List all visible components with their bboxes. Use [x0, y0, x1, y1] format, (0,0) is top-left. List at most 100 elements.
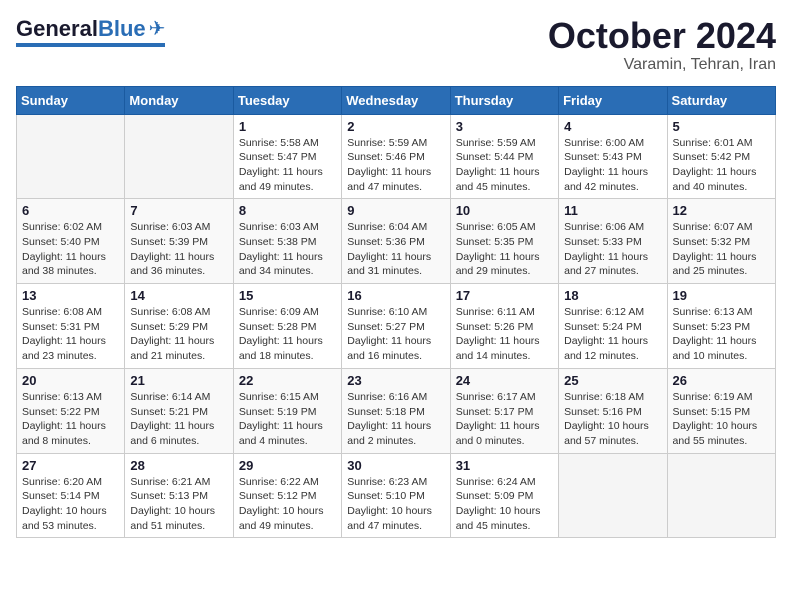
table-row: 26Sunrise: 6:19 AMSunset: 5:15 PMDayligh… — [667, 368, 775, 453]
table-row: 31 Sunrise: 6:24 AMSunset: 5:09 PMDayligh… — [450, 453, 558, 538]
table-row: 30Sunrise: 6:23 AMSunset: 5:10 PMDayligh… — [342, 453, 450, 538]
table-row: 10 Sunrise: 6:05 AMSunset: 5:35 PMDayligh… — [450, 199, 558, 284]
table-row: 12 Sunrise: 6:07 AMSunset: 5:32 PMDayligh… — [667, 199, 775, 284]
logo-bird-icon: ✈ — [149, 16, 166, 41]
table-row: 22Sunrise: 6:15 AMSunset: 5:19 PMDayligh… — [233, 368, 341, 453]
day-number: 10 — [456, 203, 553, 218]
day-info: Sunrise: 6:08 AMSunset: 5:31 PMDaylight:… — [22, 305, 119, 364]
day-info: Sunrise: 6:19 AMSunset: 5:15 PMDaylight:… — [673, 390, 770, 449]
table-row: 29 Sunrise: 6:22 AMSunset: 5:12 PMDayligh… — [233, 453, 341, 538]
day-number: 18 — [564, 288, 661, 303]
day-number: 14 — [130, 288, 227, 303]
day-number: 27 — [22, 458, 119, 473]
page-header: GeneralBlue ✈ October 2024 Varamin, Tehr… — [16, 16, 776, 74]
table-row: 3 Sunrise: 5:59 AMSunset: 5:44 PMDaylight… — [450, 114, 558, 199]
table-row: 24Sunrise: 6:17 AMSunset: 5:17 PMDayligh… — [450, 368, 558, 453]
calendar-body: 1Sunrise: 5:58 AMSunset: 5:47 PMDaylight… — [17, 114, 776, 538]
logo-text: GeneralBlue — [16, 18, 146, 40]
title-block: October 2024 Varamin, Tehran, Iran — [548, 16, 776, 74]
header-sunday: Sunday — [17, 86, 125, 114]
table-row — [667, 453, 775, 538]
day-info: Sunrise: 6:09 AMSunset: 5:28 PMDaylight:… — [239, 305, 336, 364]
day-info: Sunrise: 6:12 AMSunset: 5:24 PMDaylight:… — [564, 305, 661, 364]
day-number: 7 — [130, 203, 227, 218]
table-row: 1Sunrise: 5:58 AMSunset: 5:47 PMDaylight… — [233, 114, 341, 199]
table-row: 4 Sunrise: 6:00 AMSunset: 5:43 PMDaylight… — [559, 114, 667, 199]
table-row: 15 Sunrise: 6:09 AMSunset: 5:28 PMDayligh… — [233, 284, 341, 369]
day-info: Sunrise: 6:17 AMSunset: 5:17 PMDaylight:… — [456, 390, 553, 449]
day-info: Sunrise: 6:24 AMSunset: 5:09 PMDaylight:… — [456, 475, 553, 534]
table-row: 17 Sunrise: 6:11 AMSunset: 5:26 PMDayligh… — [450, 284, 558, 369]
table-row: 27 Sunrise: 6:20 AMSunset: 5:14 PMDayligh… — [17, 453, 125, 538]
day-info: Sunrise: 6:22 AMSunset: 5:12 PMDaylight:… — [239, 475, 336, 534]
day-info: Sunrise: 6:11 AMSunset: 5:26 PMDaylight:… — [456, 305, 553, 364]
day-info: Sunrise: 6:07 AMSunset: 5:32 PMDaylight:… — [673, 220, 770, 279]
table-row: 16Sunrise: 6:10 AMSunset: 5:27 PMDayligh… — [342, 284, 450, 369]
day-info: Sunrise: 6:00 AMSunset: 5:43 PMDaylight:… — [564, 136, 661, 195]
day-info: Sunrise: 6:16 AMSunset: 5:18 PMDaylight:… — [347, 390, 444, 449]
day-number: 31 — [456, 458, 553, 473]
day-info: Sunrise: 6:23 AMSunset: 5:10 PMDaylight:… — [347, 475, 444, 534]
day-number: 3 — [456, 119, 553, 134]
day-number: 2 — [347, 119, 444, 134]
day-info: Sunrise: 6:20 AMSunset: 5:14 PMDaylight:… — [22, 475, 119, 534]
day-info: Sunrise: 6:03 AMSunset: 5:39 PMDaylight:… — [130, 220, 227, 279]
day-number: 11 — [564, 203, 661, 218]
header-tuesday: Tuesday — [233, 86, 341, 114]
table-row: 28Sunrise: 6:21 AMSunset: 5:13 PMDayligh… — [125, 453, 233, 538]
day-info: Sunrise: 5:59 AMSunset: 5:46 PMDaylight:… — [347, 136, 444, 195]
table-row: 6Sunrise: 6:02 AMSunset: 5:40 PMDaylight… — [17, 199, 125, 284]
day-info: Sunrise: 6:01 AMSunset: 5:42 PMDaylight:… — [673, 136, 770, 195]
logo-divider — [16, 43, 165, 47]
day-info: Sunrise: 6:05 AMSunset: 5:35 PMDaylight:… — [456, 220, 553, 279]
table-row: 11 Sunrise: 6:06 AMSunset: 5:33 PMDayligh… — [559, 199, 667, 284]
day-number: 1 — [239, 119, 336, 134]
header-thursday: Thursday — [450, 86, 558, 114]
table-row: 9Sunrise: 6:04 AMSunset: 5:36 PMDaylight… — [342, 199, 450, 284]
table-row — [17, 114, 125, 199]
table-row: 20Sunrise: 6:13 AMSunset: 5:22 PMDayligh… — [17, 368, 125, 453]
day-number: 5 — [673, 119, 770, 134]
table-row: 25 Sunrise: 6:18 AMSunset: 5:16 PMDayligh… — [559, 368, 667, 453]
month-title: October 2024 — [548, 16, 776, 56]
day-number: 4 — [564, 119, 661, 134]
calendar-week-row: 13 Sunrise: 6:08 AMSunset: 5:31 PMDayligh… — [17, 284, 776, 369]
table-row: 2 Sunrise: 5:59 AMSunset: 5:46 PMDaylight… — [342, 114, 450, 199]
day-number: 8 — [239, 203, 336, 218]
table-row: 13 Sunrise: 6:08 AMSunset: 5:31 PMDayligh… — [17, 284, 125, 369]
day-number: 9 — [347, 203, 444, 218]
calendar-week-row: 6Sunrise: 6:02 AMSunset: 5:40 PMDaylight… — [17, 199, 776, 284]
day-number: 25 — [564, 373, 661, 388]
table-row: 19Sunrise: 6:13 AMSunset: 5:23 PMDayligh… — [667, 284, 775, 369]
day-number: 17 — [456, 288, 553, 303]
header-monday: Monday — [125, 86, 233, 114]
day-number: 12 — [673, 203, 770, 218]
table-row: 8 Sunrise: 6:03 AMSunset: 5:38 PMDaylight… — [233, 199, 341, 284]
day-info: Sunrise: 6:08 AMSunset: 5:29 PMDaylight:… — [130, 305, 227, 364]
table-row: 23 Sunrise: 6:16 AMSunset: 5:18 PMDayligh… — [342, 368, 450, 453]
day-info: Sunrise: 6:14 AMSunset: 5:21 PMDaylight:… — [130, 390, 227, 449]
day-number: 29 — [239, 458, 336, 473]
day-number: 6 — [22, 203, 119, 218]
day-info: Sunrise: 6:10 AMSunset: 5:27 PMDaylight:… — [347, 305, 444, 364]
calendar-table: Sunday Monday Tuesday Wednesday Thursday… — [16, 86, 776, 539]
table-row — [559, 453, 667, 538]
location-subtitle: Varamin, Tehran, Iran — [548, 56, 776, 74]
day-info: Sunrise: 6:03 AMSunset: 5:38 PMDaylight:… — [239, 220, 336, 279]
logo: GeneralBlue ✈ — [16, 16, 165, 47]
table-row: 7 Sunrise: 6:03 AMSunset: 5:39 PMDaylight… — [125, 199, 233, 284]
day-info: Sunrise: 6:15 AMSunset: 5:19 PMDaylight:… — [239, 390, 336, 449]
day-number: 20 — [22, 373, 119, 388]
day-number: 23 — [347, 373, 444, 388]
day-info: Sunrise: 6:06 AMSunset: 5:33 PMDaylight:… — [564, 220, 661, 279]
header-saturday: Saturday — [667, 86, 775, 114]
day-number: 28 — [130, 458, 227, 473]
day-info: Sunrise: 5:59 AMSunset: 5:44 PMDaylight:… — [456, 136, 553, 195]
table-row: 21 Sunrise: 6:14 AMSunset: 5:21 PMDayligh… — [125, 368, 233, 453]
calendar-week-row: 20Sunrise: 6:13 AMSunset: 5:22 PMDayligh… — [17, 368, 776, 453]
header-wednesday: Wednesday — [342, 86, 450, 114]
day-number: 21 — [130, 373, 227, 388]
day-number: 15 — [239, 288, 336, 303]
day-number: 13 — [22, 288, 119, 303]
day-info: Sunrise: 6:18 AMSunset: 5:16 PMDaylight:… — [564, 390, 661, 449]
